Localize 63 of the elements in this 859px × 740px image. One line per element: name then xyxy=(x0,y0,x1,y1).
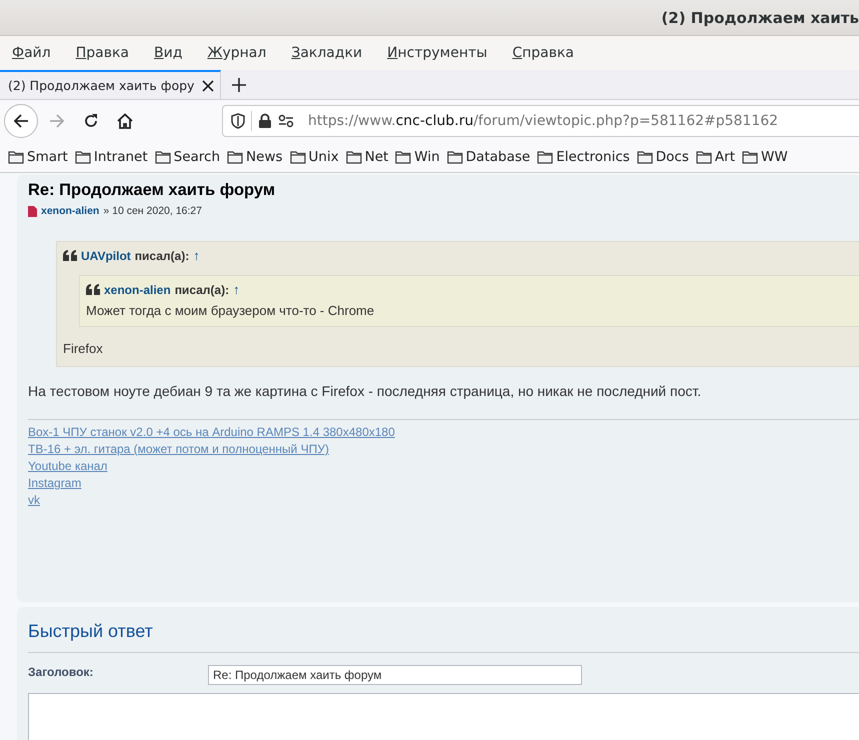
jump-link[interactable]: ↑ xyxy=(233,282,240,297)
bookmark-link[interactable]: Intranet xyxy=(94,149,148,165)
plus-icon[interactable] xyxy=(231,76,247,92)
back-arrow-icon xyxy=(13,113,29,129)
folder-icon xyxy=(74,150,91,164)
subject-label: Заголовок: xyxy=(28,665,94,681)
bookmark-link[interactable]: Win xyxy=(414,149,440,165)
address-field[interactable]: https://www.cnc-club.ru/forum/viewtopic.php?p=581162#p581162 xyxy=(222,105,859,137)
back-button[interactable] xyxy=(4,104,38,138)
quote-text: Firefox xyxy=(63,341,104,356)
lock-icon xyxy=(258,113,272,129)
folder-icon xyxy=(395,150,412,164)
close-icon[interactable] xyxy=(202,80,214,92)
bookmark-link[interactable]: WW xyxy=(761,149,788,165)
folder-icon xyxy=(227,150,244,164)
quote-icon xyxy=(63,250,77,261)
quote-text: Может тогда с моим браузером что-то - Chrome xyxy=(86,303,376,318)
menu-item[interactable]: Закладки xyxy=(281,45,372,61)
menu-item[interactable]: Вид xyxy=(144,45,192,61)
quote-icon xyxy=(86,284,100,295)
bookmark-link[interactable]: Search xyxy=(174,149,220,165)
author-link[interactable]: xenon-alien xyxy=(41,205,100,217)
window-title: (2) Продолжаем хаить xyxy=(661,8,859,26)
folder-icon xyxy=(290,150,306,164)
section-heading: Быстрый ответ xyxy=(28,621,859,653)
bookmark-link[interactable]: Docs xyxy=(656,149,689,165)
post-text: На тестовом ноуте дебиан 9 та же картина с Firefox - последняя страница, но никак не последний пост. xyxy=(28,383,702,399)
post-date: » 10 сен 2020, 16:27 xyxy=(103,205,202,217)
author-link[interactable]: xenon-alien xyxy=(104,282,171,296)
folder-icon xyxy=(8,150,24,164)
wrote-label: писал(а): xyxy=(134,248,190,262)
menu-item[interactable]: Правка xyxy=(66,45,139,61)
bookmark-link[interactable]: Smart xyxy=(27,149,68,165)
jump-link[interactable]: ↑ xyxy=(193,248,200,263)
reload-icon[interactable] xyxy=(83,113,99,129)
wrote-label: писал(а): xyxy=(174,282,230,296)
document-icon xyxy=(28,206,37,216)
menu-item[interactable]: Файл xyxy=(2,45,61,61)
folder-icon xyxy=(446,150,463,164)
subject-field[interactable]: Re: Продолжаем хаить форум xyxy=(208,665,582,685)
permissions-icon[interactable] xyxy=(278,114,294,128)
folder-icon xyxy=(696,150,712,164)
bookmark-link[interactable]: Unix xyxy=(308,149,339,165)
folder-icon xyxy=(742,150,758,164)
menu-item[interactable]: Журнал xyxy=(197,45,276,61)
bookmark-link[interactable]: News xyxy=(246,149,283,165)
folder-icon xyxy=(346,150,362,164)
bookmark-link[interactable]: Net xyxy=(364,149,388,165)
url-text: https://www.cnc-club.ru/forum/viewtopic.php?p=581162#p581162 xyxy=(308,113,778,129)
bookmark-link[interactable]: Art xyxy=(714,149,735,165)
shield-icon xyxy=(231,113,245,129)
folder-icon xyxy=(636,150,653,164)
home-icon[interactable] xyxy=(117,113,133,129)
post-title: Re: Продолжаем хаить форум xyxy=(28,181,276,200)
menu-item[interactable]: Справка xyxy=(502,45,584,61)
menu-item[interactable]: Инструменты xyxy=(377,45,498,61)
message-field[interactable] xyxy=(28,693,859,740)
folder-icon xyxy=(537,150,554,164)
bookmark-link[interactable]: Electronics xyxy=(556,149,630,165)
author-link[interactable]: UAVpilot xyxy=(81,248,131,262)
browser-tab[interactable]: (2) Продолжаем хаить фору xyxy=(0,70,221,99)
folder-icon xyxy=(154,150,171,164)
bookmark-link[interactable]: Database xyxy=(466,149,530,165)
